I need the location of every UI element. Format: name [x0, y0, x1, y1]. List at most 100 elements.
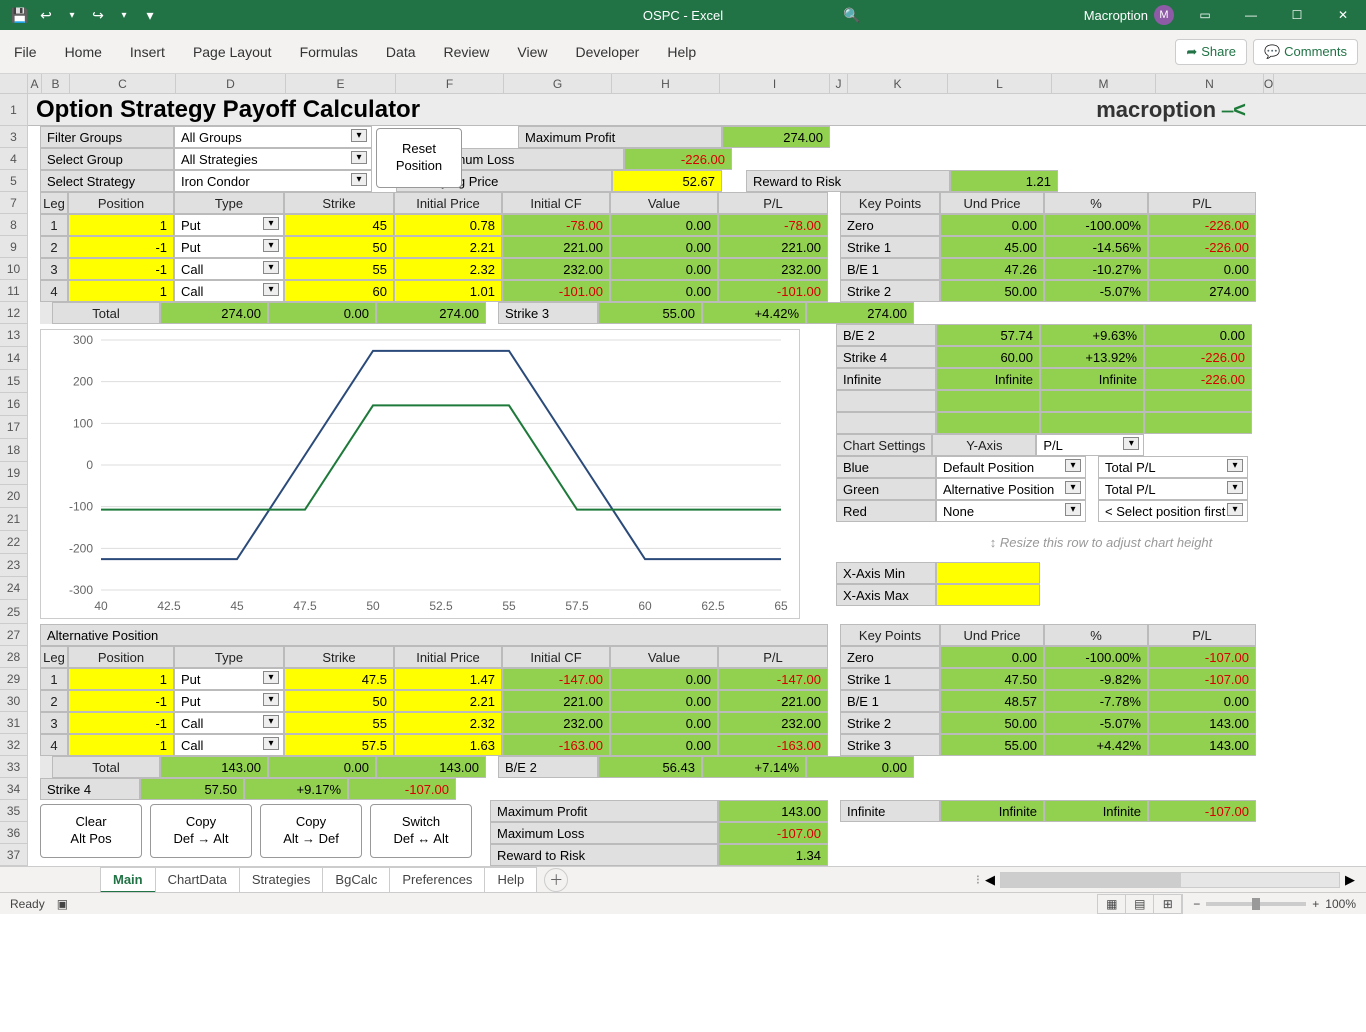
row-header-16[interactable]: 16 [0, 393, 27, 416]
col-header-L[interactable]: L [948, 74, 1052, 93]
horizontal-scrollbar[interactable] [1000, 872, 1340, 888]
leg-position[interactable]: 1 [68, 280, 174, 302]
leg-initial-price[interactable]: 2.21 [394, 690, 502, 712]
leg-initial-price[interactable]: 2.32 [394, 712, 502, 734]
row-header-1[interactable]: 1 [0, 94, 27, 126]
col-header-F[interactable]: F [396, 74, 504, 93]
ribbon-tab-data[interactable]: Data [384, 34, 418, 70]
chart-series-metric-dropdown-2[interactable]: < Select position first [1098, 500, 1248, 522]
row-header-34[interactable]: 34 [0, 778, 27, 800]
leg-initial-price[interactable]: 1.47 [394, 668, 502, 690]
undo-dropdown-icon[interactable]: ▾ [60, 3, 84, 27]
action-button-0[interactable]: ClearAlt Pos [40, 804, 142, 858]
row-header-23[interactable]: 23 [0, 554, 27, 577]
leg-type-dropdown[interactable]: Call [174, 712, 284, 734]
row-header-31[interactable]: 31 [0, 712, 27, 734]
ribbon-tab-home[interactable]: Home [63, 34, 104, 70]
select-all-corner[interactable] [0, 74, 28, 93]
leg-position[interactable]: -1 [68, 690, 174, 712]
row-header-13[interactable]: 13 [0, 324, 27, 347]
ribbon-tab-help[interactable]: Help [665, 34, 698, 70]
leg-strike[interactable]: 47.5 [284, 668, 394, 690]
row-header-24[interactable]: 24 [0, 577, 27, 600]
sheet-tab-strategies[interactable]: Strategies [239, 867, 324, 893]
filter-dropdown-0[interactable]: All Groups [174, 126, 372, 148]
row-header-7[interactable]: 7 [0, 192, 27, 214]
undo-icon[interactable]: ↩ [34, 3, 58, 27]
search-icon[interactable]: 🔍 [840, 3, 864, 27]
col-header-I[interactable]: I [720, 74, 830, 93]
filter-dropdown-1[interactable]: All Strategies [174, 148, 372, 170]
leg-type-dropdown[interactable]: Put [174, 690, 284, 712]
col-header-M[interactable]: M [1052, 74, 1156, 93]
reset-position-button[interactable]: ResetPosition [376, 128, 462, 188]
row-header-37[interactable]: 37 [0, 844, 27, 866]
action-button-1[interactable]: CopyDef → Alt [150, 804, 252, 858]
leg-position[interactable]: -1 [68, 236, 174, 258]
save-icon[interactable]: 💾 [8, 3, 32, 27]
leg-type-dropdown[interactable]: Put [174, 214, 284, 236]
share-button[interactable]: ➦Share [1175, 39, 1247, 65]
scroll-right-button[interactable]: ▶ [1342, 872, 1358, 888]
normal-view-icon[interactable]: ▦ [1098, 895, 1126, 913]
chart-series-metric-dropdown-0[interactable]: Total P/L [1098, 456, 1248, 478]
sheet-tab-bgcalc[interactable]: BgCalc [322, 867, 390, 893]
col-header-C[interactable]: C [70, 74, 176, 93]
leg-strike[interactable]: 55 [284, 258, 394, 280]
sheet-tab-help[interactable]: Help [484, 867, 537, 893]
leg-position[interactable]: -1 [68, 712, 174, 734]
minimize-icon[interactable]: — [1228, 0, 1274, 30]
row-header-35[interactable]: 35 [0, 800, 27, 822]
action-button-3[interactable]: SwitchDef ↔ Alt [370, 804, 472, 858]
row-header-27[interactable]: 27 [0, 624, 27, 646]
account[interactable]: Macroption M [1084, 5, 1174, 25]
close-icon[interactable]: ✕ [1320, 0, 1366, 30]
page-break-view-icon[interactable]: ⊞ [1154, 895, 1182, 913]
row-header-33[interactable]: 33 [0, 756, 27, 778]
sheet-tab-main[interactable]: Main [100, 867, 156, 893]
leg-position[interactable]: -1 [68, 258, 174, 280]
row-header-17[interactable]: 17 [0, 416, 27, 439]
col-header-O[interactable]: O [1264, 74, 1274, 93]
row-header-10[interactable]: 10 [0, 258, 27, 280]
leg-type-dropdown[interactable]: Call [174, 280, 284, 302]
leg-position[interactable]: 1 [68, 734, 174, 756]
leg-strike[interactable]: 50 [284, 690, 394, 712]
leg-initial-price[interactable]: 2.32 [394, 258, 502, 280]
row-header-12[interactable]: 12 [0, 302, 27, 324]
row-header-29[interactable]: 29 [0, 668, 27, 690]
row-header-28[interactable]: 28 [0, 646, 27, 668]
col-header-A[interactable]: A [28, 74, 42, 93]
leg-initial-price[interactable]: 0.78 [394, 214, 502, 236]
leg-position[interactable]: 1 [68, 214, 174, 236]
col-header-J[interactable]: J [830, 74, 848, 93]
row-header-9[interactable]: 9 [0, 236, 27, 258]
row-header-21[interactable]: 21 [0, 508, 27, 531]
row-header-15[interactable]: 15 [0, 370, 27, 393]
ribbon-tab-file[interactable]: File [12, 34, 39, 70]
col-header-N[interactable]: N [1156, 74, 1264, 93]
leg-position[interactable]: 1 [68, 668, 174, 690]
row-header-8[interactable]: 8 [0, 214, 27, 236]
chart-series-pos-dropdown-0[interactable]: Default Position [936, 456, 1086, 478]
leg-strike[interactable]: 55 [284, 712, 394, 734]
redo-icon[interactable]: ↪ [86, 3, 110, 27]
yaxis-dropdown[interactable]: P/L [1036, 434, 1144, 456]
leg-strike[interactable]: 60 [284, 280, 394, 302]
row-header-18[interactable]: 18 [0, 439, 27, 462]
sheet-tab-preferences[interactable]: Preferences [389, 867, 485, 893]
xmax-input[interactable] [936, 584, 1040, 606]
col-header-K[interactable]: K [848, 74, 948, 93]
action-button-2[interactable]: CopyAlt → Def [260, 804, 362, 858]
row-header-4[interactable]: 4 [0, 148, 27, 170]
qat-customize-icon[interactable]: ▾ [138, 3, 162, 27]
row-header-11[interactable]: 11 [0, 280, 27, 302]
new-sheet-button[interactable]: ＋ [544, 868, 568, 892]
sheet-tab-chartdata[interactable]: ChartData [155, 867, 240, 893]
chart-series-metric-dropdown-1[interactable]: Total P/L [1098, 478, 1248, 500]
ribbon-display-icon[interactable]: ▭ [1182, 0, 1228, 30]
redo-dropdown-icon[interactable]: ▾ [112, 3, 136, 27]
row-header-32[interactable]: 32 [0, 734, 27, 756]
leg-strike[interactable]: 45 [284, 214, 394, 236]
row-header-30[interactable]: 30 [0, 690, 27, 712]
